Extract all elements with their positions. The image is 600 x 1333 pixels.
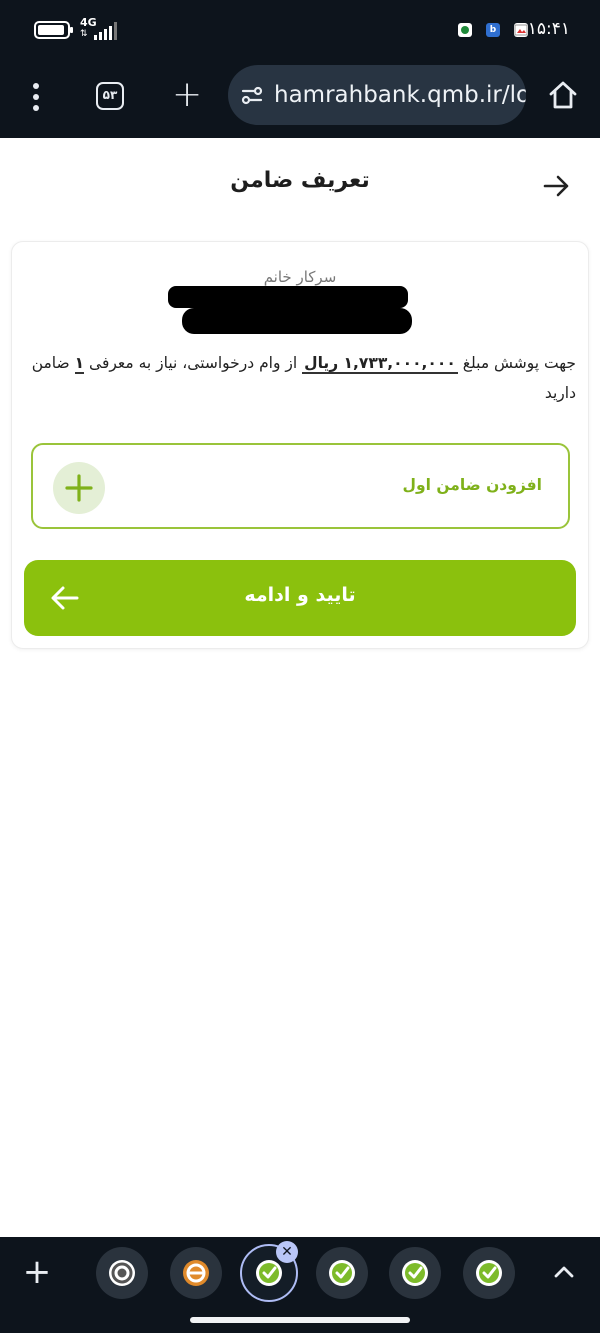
page-title: تعریف ضامن — [230, 168, 370, 193]
tab-switcher-button[interactable]: ۵۳ — [96, 82, 124, 110]
e-app-icon — [183, 1260, 209, 1286]
tab-check-4[interactable] — [463, 1247, 515, 1299]
info-middle: از وام درخواستی، نیاز به معرفی — [84, 354, 303, 372]
tab-e-app[interactable] — [170, 1247, 222, 1299]
network-activity-icon: ⇅ — [80, 29, 88, 39]
url-text[interactable]: hamrahbank.qmb.ir/lo — [274, 82, 526, 108]
arrow-left-icon — [51, 586, 79, 610]
redacted-name — [168, 286, 408, 308]
strip-new-tab-button[interactable]: + — [22, 1255, 52, 1289]
green-check-icon — [402, 1260, 428, 1286]
tab-strip: + ✕ — [0, 1237, 600, 1333]
image-notification-icon — [514, 23, 528, 37]
loan-amount: ۱,۷۳۳,۰۰۰,۰۰۰ ریال — [302, 354, 458, 374]
add-guarantor-button[interactable]: افزودن ضامن اول — [31, 443, 570, 529]
guarantor-count: ۱ — [74, 354, 85, 374]
new-tab-button[interactable]: + — [172, 77, 202, 113]
battery-icon — [34, 21, 73, 39]
tab-check-2[interactable] — [316, 1247, 368, 1299]
add-guarantor-label: افزودن ضامن اول — [402, 476, 542, 494]
bank-b-icon: b — [486, 23, 500, 37]
green-check-icon — [256, 1260, 282, 1286]
redacted-name-line — [182, 308, 412, 334]
green-check-icon — [476, 1260, 502, 1286]
clock-time: ۱۵:۴۱ — [527, 19, 570, 39]
browser-menu-icon[interactable] — [31, 83, 41, 113]
tab-check-3[interactable] — [389, 1247, 441, 1299]
close-tab-icon[interactable]: ✕ — [276, 1241, 298, 1263]
back-arrow-icon[interactable] — [540, 170, 572, 202]
confirm-continue-button[interactable]: تایید و ادامه — [24, 560, 576, 636]
guarantor-requirement-text: جهت پوشش مبلغ ۱,۷۳۳,۰۰۰,۰۰۰ ریال از وام … — [26, 348, 576, 408]
chevron-up-icon[interactable] — [550, 1259, 578, 1285]
page-header: تعریف ضامن — [0, 138, 600, 228]
tab-chrome[interactable] — [96, 1247, 148, 1299]
site-settings-icon[interactable] — [240, 83, 264, 107]
gesture-bar[interactable] — [190, 1317, 410, 1323]
status-bar: 4G ⇅ b ۱۵:۴۱ — [0, 0, 600, 60]
green-check-icon — [329, 1260, 355, 1286]
confirm-label: تایید و ادامه — [244, 584, 356, 606]
add-circle[interactable] — [53, 462, 105, 514]
address-bar[interactable]: hamrahbank.qmb.ir/lo — [228, 65, 526, 125]
browser-toolbar: ۵۳ + hamrahbank.qmb.ir/lo — [0, 60, 600, 138]
chrome-icon — [109, 1260, 135, 1286]
guarantor-card: سرکار خانم جهت پوشش مبلغ ۱,۷۳۳,۰۰۰,۰۰۰ ر… — [11, 241, 589, 649]
sim-app-icon — [458, 23, 472, 37]
signal-strength-icon — [94, 22, 118, 40]
greeting-text: سرکار خانم — [263, 268, 337, 286]
plus-icon — [65, 474, 93, 502]
home-icon[interactable] — [546, 78, 580, 112]
info-prefix: جهت پوشش مبلغ — [457, 354, 576, 372]
